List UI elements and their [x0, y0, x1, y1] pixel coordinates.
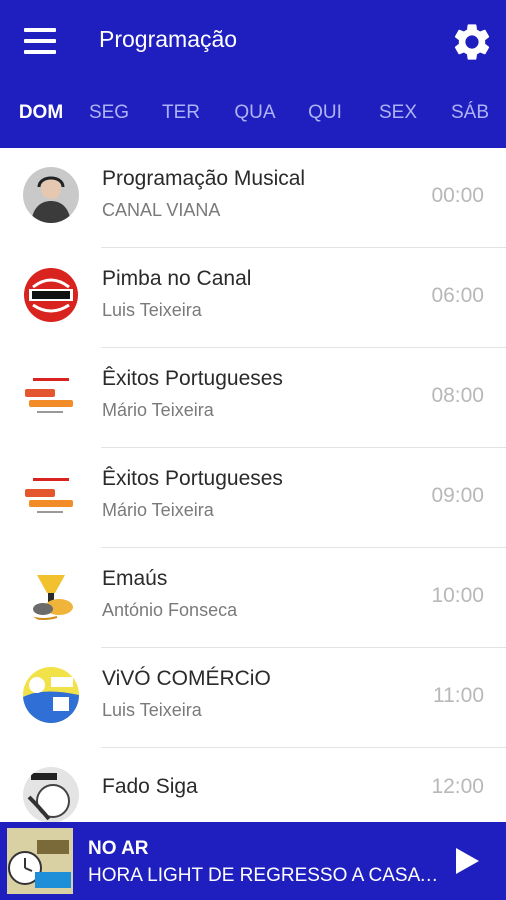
program-name: Êxitos Portugueses — [102, 467, 283, 490]
hora-light-cover — [7, 828, 73, 894]
program-time: 08:00 — [431, 384, 484, 407]
program-host: CANAL VIANA — [102, 200, 221, 220]
fado-siga-logo — [23, 767, 79, 822]
tab-seg[interactable]: SEG — [77, 102, 141, 124]
host-photo-avatar — [23, 167, 79, 223]
program-time: 00:00 — [431, 184, 484, 207]
exitos-logo — [23, 367, 79, 423]
list-item[interactable]: Emaús António Fonseca 10:00 — [0, 548, 506, 648]
page-title: Programação — [99, 26, 238, 52]
on-air-label: NO AR — [88, 838, 149, 859]
program-name: Programação Musical — [102, 167, 306, 190]
tab-qui[interactable]: QUI — [293, 102, 357, 124]
schedule-list: Programação Musical CANAL VIANA 00:00 Pi… — [0, 148, 506, 822]
program-time: 10:00 — [431, 584, 484, 607]
tab-ter[interactable]: TER — [149, 102, 213, 124]
program-name: Pimba no Canal — [102, 267, 252, 290]
vivo-comercio-logo — [23, 667, 79, 723]
now-playing-title: HORA LIGHT DE REGRESSO A CASA ... — [88, 865, 440, 886]
day-tabs: DOM SEG TER QUA QUI SEX SÁB — [0, 92, 506, 148]
program-host: Luis Teixeira — [102, 300, 202, 320]
list-item[interactable]: Êxitos Portugueses Mário Teixeira 08:00 — [0, 348, 506, 448]
play-icon[interactable] — [454, 847, 480, 875]
list-item[interactable]: Êxitos Portugueses Mário Teixeira 09:00 — [0, 448, 506, 548]
list-item[interactable]: Fado Siga 12:00 — [0, 748, 506, 822]
tab-sab[interactable]: SÁB — [438, 102, 502, 124]
program-name: Fado Siga — [102, 775, 198, 798]
tab-sex[interactable]: SEX — [366, 102, 430, 124]
now-playing-bar[interactable]: NO AR HORA LIGHT DE REGRESSO A CASA ... — [0, 822, 506, 900]
program-name: Emaús — [102, 567, 168, 590]
program-name: Êxitos Portugueses — [102, 367, 283, 390]
gear-icon[interactable] — [450, 20, 494, 64]
pimba-logo — [23, 267, 79, 323]
exitos-logo — [23, 467, 79, 523]
program-time: 11:00 — [433, 684, 484, 707]
program-host: Luis Teixeira — [102, 700, 202, 720]
program-host: Mário Teixeira — [102, 500, 214, 520]
list-item[interactable]: ViVÓ COMÉRCiO Luis Teixeira 11:00 — [0, 648, 506, 748]
hamburger-menu-icon[interactable] — [24, 28, 56, 54]
program-time: 12:00 — [431, 775, 484, 798]
program-name: ViVÓ COMÉRCiO — [102, 667, 271, 690]
program-host: António Fonseca — [102, 600, 238, 620]
tab-dom[interactable]: DOM — [9, 102, 73, 124]
app-header: Programação DOM SEG TER QUA QUI SEX SÁB — [0, 0, 506, 148]
tab-qua[interactable]: QUA — [223, 102, 287, 124]
list-item[interactable]: Pimba no Canal Luis Teixeira 06:00 — [0, 248, 506, 348]
program-time: 06:00 — [431, 284, 484, 307]
program-host: Mário Teixeira — [102, 400, 214, 420]
program-time: 09:00 — [431, 484, 484, 507]
emaus-logo — [23, 567, 79, 623]
list-item[interactable]: Programação Musical CANAL VIANA 00:00 — [0, 148, 506, 248]
